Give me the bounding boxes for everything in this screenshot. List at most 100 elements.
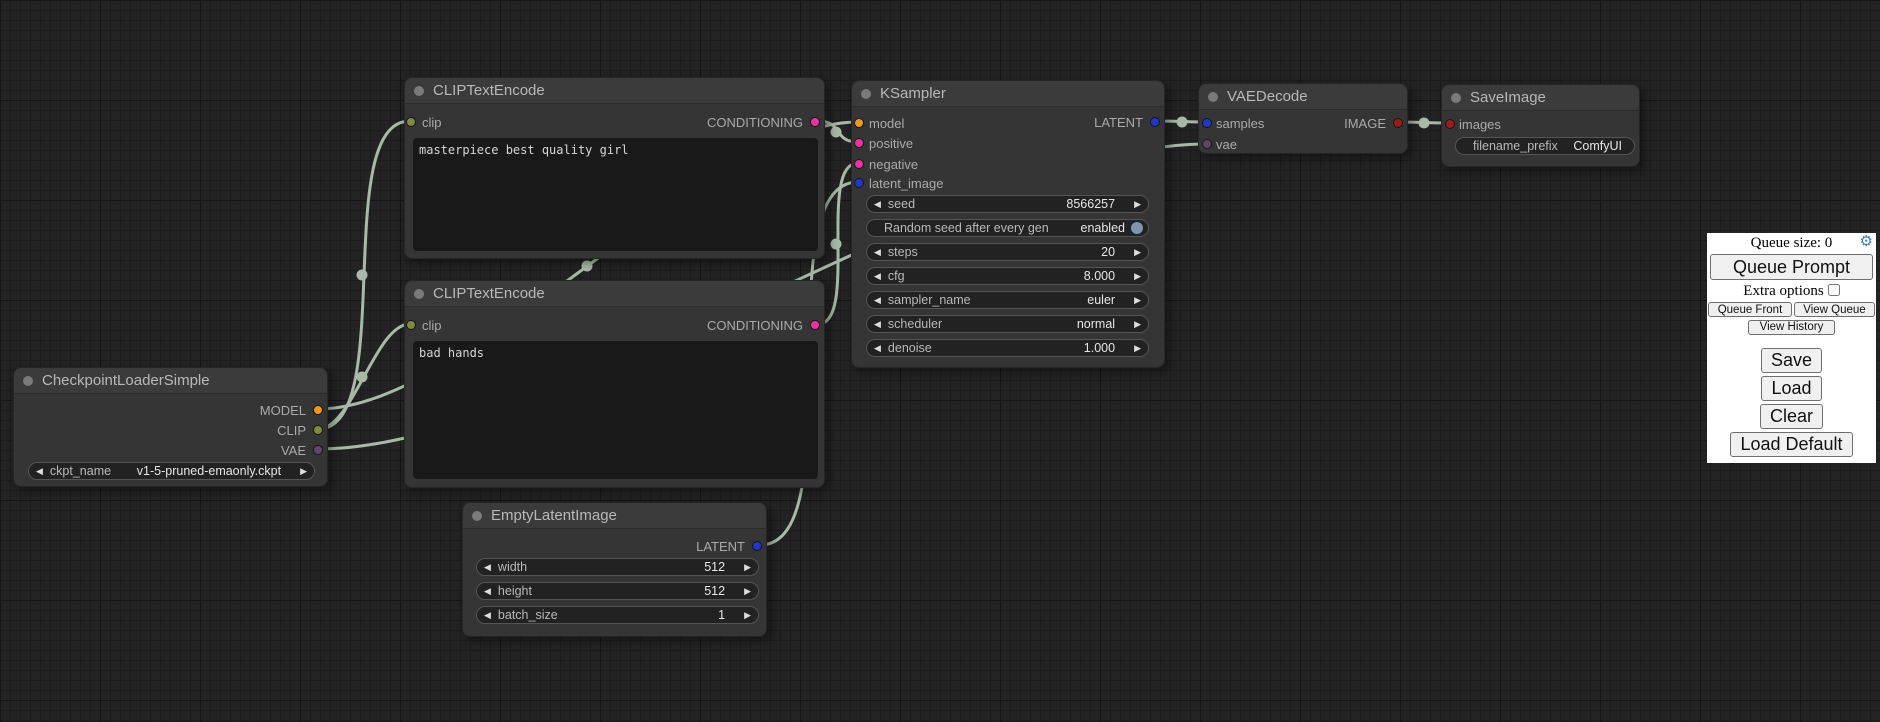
node-cliptextencode-negative[interactable]: CLIPTextEncode clip CONDITIONING bad han… xyxy=(404,280,825,488)
node-cliptextencode-positive[interactable]: CLIPTextEncode clip CONDITIONING masterp… xyxy=(404,77,825,259)
node-title: SaveImage xyxy=(1470,85,1546,111)
decrement-arrow-icon[interactable]: ◀ xyxy=(867,319,888,330)
input-slot-images: images xyxy=(1442,116,1639,132)
output-slot-clip: CLIP xyxy=(14,422,327,438)
input-slot-positive: positive xyxy=(852,135,1164,151)
extra-options-checkbox[interactable] xyxy=(1828,284,1840,296)
extra-options-label: Extra options xyxy=(1743,283,1823,299)
decrement-arrow-icon[interactable]: ◀ xyxy=(29,466,50,477)
input-slot-latent-image: latent_image xyxy=(852,175,1164,191)
node-title-bar[interactable]: CLIPTextEncode xyxy=(405,281,824,307)
latent-output-port[interactable] xyxy=(752,541,762,551)
height-widget[interactable]: ◀ height 512 ▶ xyxy=(476,582,759,600)
decrement-arrow-icon[interactable]: ◀ xyxy=(477,562,498,573)
steps-widget[interactable]: ◀ steps 20 ▶ xyxy=(866,243,1149,261)
view-queue-button[interactable]: View Queue xyxy=(1794,302,1875,317)
increment-arrow-icon[interactable]: ▶ xyxy=(1127,295,1148,306)
vae-input-port[interactable] xyxy=(1202,139,1212,149)
load-default-button[interactable]: Load Default xyxy=(1730,432,1852,457)
node-saveimage[interactable]: SaveImage images filename_prefix ComfyUI xyxy=(1441,84,1640,167)
increment-arrow-icon[interactable]: ▶ xyxy=(1127,271,1148,282)
menu-panel: Queue size: 0 ⚙ Queue Prompt Extra optio… xyxy=(1707,233,1876,463)
latent-output-port[interactable] xyxy=(1150,117,1160,127)
batch-size-widget[interactable]: ◀ batch_size 1 ▶ xyxy=(476,606,759,624)
node-collapse-dot[interactable] xyxy=(472,511,482,521)
output-slot-model: MODEL xyxy=(14,402,327,418)
conditioning-output-port[interactable] xyxy=(810,117,820,127)
toggle-on-icon[interactable] xyxy=(1131,222,1143,234)
images-input-port[interactable] xyxy=(1445,119,1455,129)
queue-prompt-button[interactable]: Queue Prompt xyxy=(1710,254,1873,280)
node-title-bar[interactable]: EmptyLatentImage xyxy=(463,503,766,529)
latent-input-port[interactable] xyxy=(854,178,864,188)
node-title-bar[interactable]: SaveImage xyxy=(1442,85,1639,111)
decrement-arrow-icon[interactable]: ◀ xyxy=(867,247,888,258)
node-vaedecode[interactable]: VAEDecode samples vae IMAGE xyxy=(1198,83,1408,154)
ckpt-name-combo[interactable]: ◀ ckpt_name v1-5-pruned-emaonly.ckpt ▶ xyxy=(28,462,315,480)
filename-prefix-value: ComfyUI xyxy=(1573,139,1622,153)
clip-output-port[interactable] xyxy=(313,425,323,435)
increment-arrow-icon[interactable]: ▶ xyxy=(1127,343,1148,354)
node-title-bar[interactable]: KSampler xyxy=(852,81,1164,107)
node-collapse-dot[interactable] xyxy=(414,86,424,96)
decrement-arrow-icon[interactable]: ◀ xyxy=(867,295,888,306)
image-output-port[interactable] xyxy=(1393,118,1403,128)
sampler-name-widget[interactable]: ◀ sampler_name euler ▶ xyxy=(866,291,1149,309)
prompt-textarea[interactable]: masterpiece best quality girl xyxy=(413,138,818,251)
positive-input-port[interactable] xyxy=(854,138,864,148)
queue-size-label: Queue size: 0 xyxy=(1751,235,1833,251)
seed-widget[interactable]: ◀ seed 8566257 ▶ xyxy=(866,195,1149,213)
output-slot-conditioning: CONDITIONING xyxy=(405,317,824,333)
output-slot-latent: LATENT xyxy=(463,538,766,554)
increment-arrow-icon[interactable]: ▶ xyxy=(737,562,758,573)
decrement-arrow-icon[interactable]: ◀ xyxy=(477,586,498,597)
random-seed-toggle-widget[interactable]: Random seed after every gen enabled xyxy=(866,219,1149,237)
increment-arrow-icon[interactable]: ▶ xyxy=(737,610,758,621)
output-slot-image: IMAGE xyxy=(1199,115,1407,131)
node-checkpointloadersimple[interactable]: CheckpointLoaderSimple MODEL CLIP VAE ◀ … xyxy=(13,367,328,487)
denoise-widget[interactable]: ◀ denoise 1.000 ▶ xyxy=(866,339,1149,357)
node-collapse-dot[interactable] xyxy=(861,89,871,99)
node-collapse-dot[interactable] xyxy=(23,376,33,386)
node-title-bar[interactable]: CheckpointLoaderSimple xyxy=(14,368,327,394)
increment-arrow-icon[interactable]: ▶ xyxy=(293,466,314,477)
input-slot-vae: vae xyxy=(1199,136,1407,152)
decrement-arrow-icon[interactable]: ◀ xyxy=(477,610,498,621)
negative-input-port[interactable] xyxy=(854,159,864,169)
node-emptylatentimage[interactable]: EmptyLatentImage LATENT ◀ width 512 ▶ ◀ … xyxy=(462,502,767,637)
settings-gear-icon[interactable]: ⚙ xyxy=(1860,235,1873,250)
decrement-arrow-icon[interactable]: ◀ xyxy=(867,343,888,354)
vae-output-port[interactable] xyxy=(313,445,323,455)
node-title: VAEDecode xyxy=(1227,84,1308,110)
clear-button[interactable]: Clear xyxy=(1760,404,1823,429)
prompt-textarea[interactable]: bad hands xyxy=(413,341,818,479)
node-collapse-dot[interactable] xyxy=(414,289,424,299)
save-button[interactable]: Save xyxy=(1761,348,1822,373)
width-widget[interactable]: ◀ width 512 ▶ xyxy=(476,558,759,576)
queue-front-button[interactable]: Queue Front xyxy=(1708,302,1792,317)
input-slot-negative: negative xyxy=(852,156,1164,172)
scheduler-widget[interactable]: ◀ scheduler normal ▶ xyxy=(866,315,1149,333)
view-history-button[interactable]: View History xyxy=(1748,320,1835,335)
node-title: CheckpointLoaderSimple xyxy=(42,368,210,394)
model-output-port[interactable] xyxy=(313,405,323,415)
node-title: CLIPTextEncode xyxy=(433,281,545,307)
node-ksampler[interactable]: KSampler model positive negative latent_… xyxy=(851,80,1165,368)
increment-arrow-icon[interactable]: ▶ xyxy=(1127,319,1148,330)
increment-arrow-icon[interactable]: ▶ xyxy=(737,586,758,597)
conditioning-output-port[interactable] xyxy=(810,320,820,330)
output-slot-latent: LATENT xyxy=(852,114,1164,130)
decrement-arrow-icon[interactable]: ◀ xyxy=(867,271,888,282)
node-title-bar[interactable]: CLIPTextEncode xyxy=(405,78,824,104)
node-collapse-dot[interactable] xyxy=(1451,93,1461,103)
node-title-bar[interactable]: VAEDecode xyxy=(1199,84,1407,110)
increment-arrow-icon[interactable]: ▶ xyxy=(1127,247,1148,258)
increment-arrow-icon[interactable]: ▶ xyxy=(1127,199,1148,210)
cfg-widget[interactable]: ◀ cfg 8.000 ▶ xyxy=(866,267,1149,285)
load-button[interactable]: Load xyxy=(1761,376,1821,401)
decrement-arrow-icon[interactable]: ◀ xyxy=(867,199,888,210)
ckpt-name-value: v1-5-pruned-emaonly.ckpt xyxy=(137,464,281,478)
filename-prefix-widget[interactable]: filename_prefix ComfyUI xyxy=(1455,137,1635,155)
node-graph-canvas[interactable]: CheckpointLoaderSimple MODEL CLIP VAE ◀ … xyxy=(0,0,1880,722)
node-collapse-dot[interactable] xyxy=(1208,92,1218,102)
